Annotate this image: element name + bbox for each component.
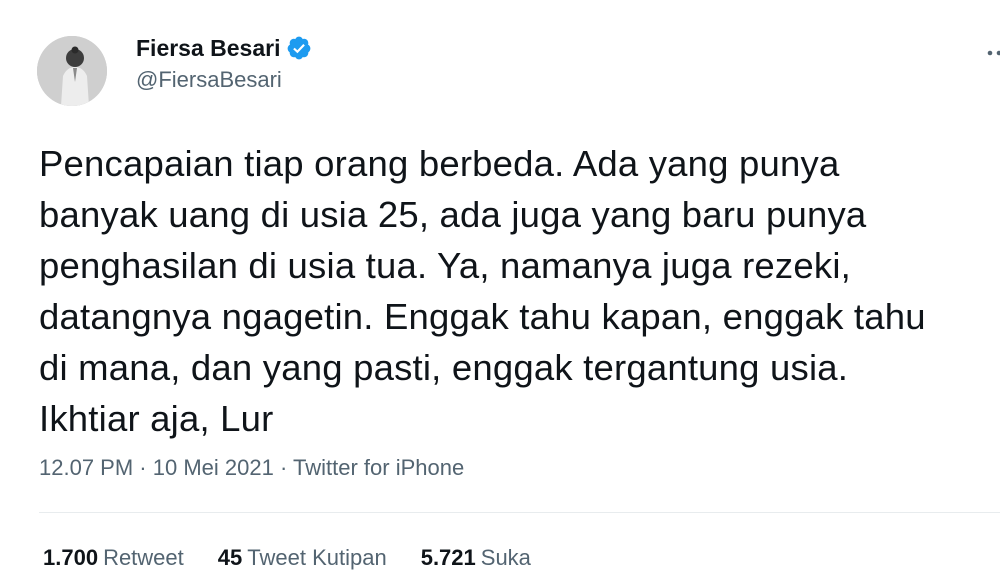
author-display-name[interactable]: Fiersa Besari <box>136 35 280 62</box>
tweet-time[interactable]: 12.07 PM <box>39 455 133 480</box>
tweet-card: Fiersa Besari @FiersaBesari Pencapaian t… <box>0 0 1000 583</box>
quotes-count: 45 <box>217 545 243 570</box>
meta-separator: · <box>139 455 153 480</box>
verified-badge-icon <box>286 35 312 61</box>
author-name-row: Fiersa Besari <box>136 34 312 62</box>
likes-stat[interactable]: 5.721 Suka <box>421 545 531 571</box>
avatar-photo <box>37 36 107 106</box>
retweets-count: 1.700 <box>43 545 99 570</box>
quotes-label: Tweet Kutipan <box>247 545 387 570</box>
tweet-date[interactable]: 10 Mei 2021 <box>153 455 274 480</box>
author-handle[interactable]: @FiersaBesari <box>136 67 312 93</box>
tweet-source[interactable]: Twitter for iPhone <box>293 455 464 480</box>
more-options-icon <box>987 50 1000 56</box>
avatar[interactable] <box>37 36 107 106</box>
author-info: Fiersa Besari @FiersaBesari <box>136 34 312 93</box>
tweet-metadata: 12.07 PM · 10 Mei 2021 · Twitter for iPh… <box>39 455 464 481</box>
more-options-button[interactable] <box>981 40 1000 66</box>
divider <box>39 512 1000 513</box>
retweets-label: Retweet <box>103 545 184 570</box>
likes-label: Suka <box>480 545 531 570</box>
meta-separator: · <box>279 455 294 480</box>
tweet-stats: 1.700 Retweet 45 Tweet Kutipan 5.721 Suka <box>43 545 565 571</box>
likes-count: 5.721 <box>420 545 476 570</box>
retweets-stat[interactable]: 1.700 Retweet <box>43 545 184 571</box>
tweet-text: Pencapaian tiap orang berbeda. Ada yang … <box>39 143 926 439</box>
quotes-stat[interactable]: 45 Tweet Kutipan <box>218 545 387 571</box>
